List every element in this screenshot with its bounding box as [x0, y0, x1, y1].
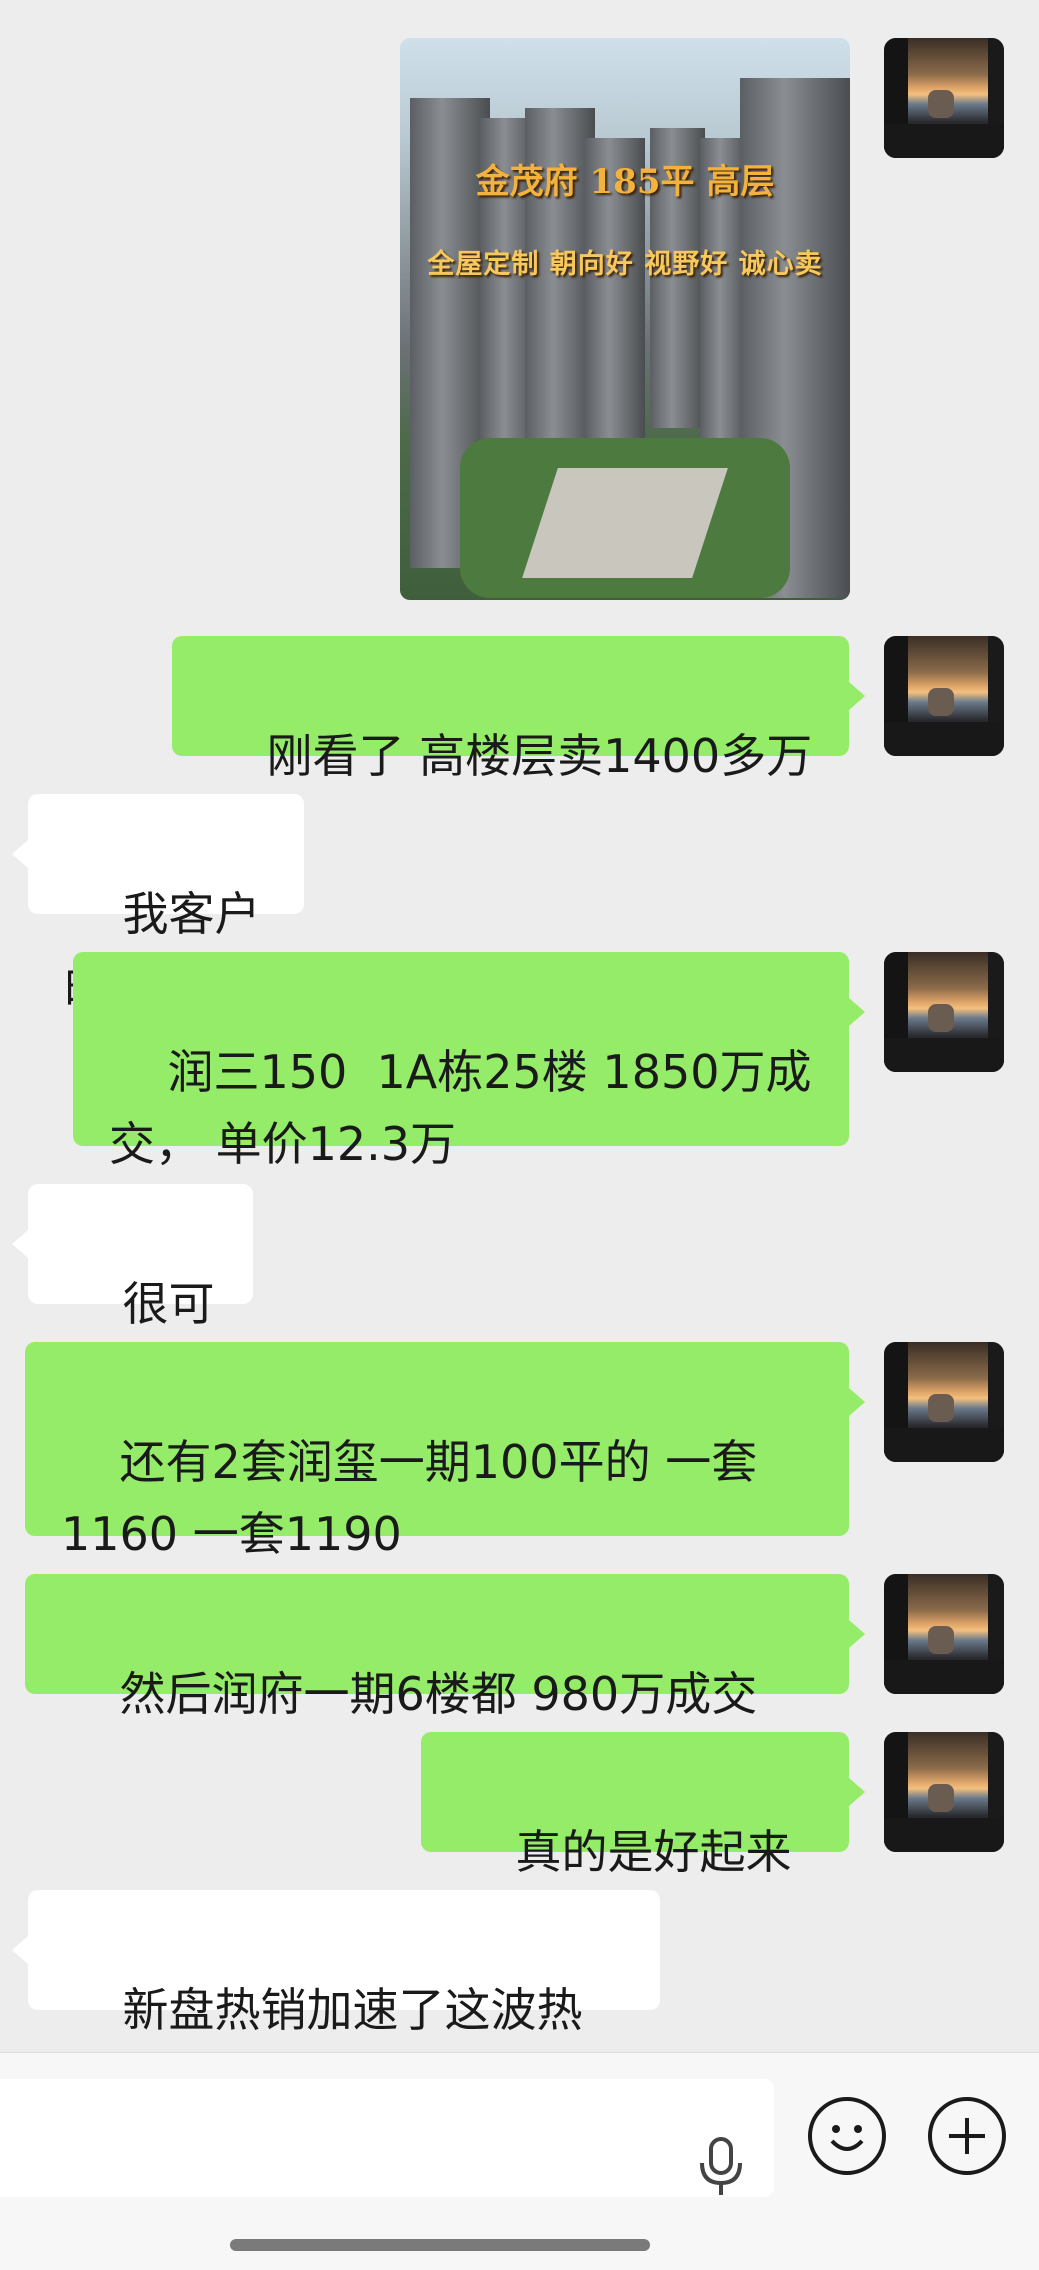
microphone-icon[interactable] — [694, 2135, 748, 2199]
photo-caption-subtitle: 全屋定制 朝向好 视野好 诚心卖 — [427, 249, 823, 280]
message-text: 润三150 1A栋25楼 1850万成 交， 单价12.3万 — [109, 1045, 812, 1171]
sent-message-bubble[interactable]: 然后润府一期6楼都 980万成交 — [25, 1574, 849, 1721]
avatar-self[interactable] — [884, 1574, 1004, 1694]
avatar-self[interactable] — [884, 1732, 1004, 1852]
avatar-self[interactable] — [884, 38, 1004, 158]
received-message-bubble[interactable]: 新盘热销加速了这波热度 — [28, 1890, 660, 2109]
listing-photo[interactable]: 金茂府 185平 高层 全屋定制 朝向好 视野好 诚心卖 — [400, 38, 850, 600]
emoji-icon[interactable] — [808, 2097, 886, 2175]
avatar-self[interactable] — [884, 952, 1004, 1072]
photo-caption-title: 金茂府 185平 高层 — [475, 162, 775, 202]
received-message-bubble[interactable]: 我客户的 — [28, 794, 304, 1013]
chat-input-bar — [0, 2052, 1039, 2270]
home-indicator — [230, 2239, 650, 2251]
sent-message-bubble[interactable]: 润三150 1A栋25楼 1850万成 交， 单价12.3万 — [73, 952, 849, 1171]
avatar-self[interactable] — [884, 636, 1004, 756]
message-input[interactable] — [0, 2079, 774, 2197]
sent-message-bubble[interactable]: 还有2套润玺一期100平的 一套 1160 一套1190 — [25, 1342, 849, 1561]
message-text: 然后润府一期6楼都 980万成交 — [119, 1667, 758, 1721]
received-message-bubble[interactable]: 很可以 — [28, 1184, 253, 1403]
plus-icon[interactable] — [928, 2097, 1006, 2175]
avatar-self[interactable] — [884, 1342, 1004, 1462]
message-text: 刚看了 高楼层卖1400多万 — [266, 729, 813, 783]
sent-message-bubble[interactable]: 刚看了 高楼层卖1400多万 — [172, 636, 849, 783]
sent-message-bubble[interactable]: 真的是好起来了 — [421, 1732, 849, 1951]
message-text: 还有2套润玺一期100平的 一套 1160 一套1190 — [61, 1435, 758, 1561]
